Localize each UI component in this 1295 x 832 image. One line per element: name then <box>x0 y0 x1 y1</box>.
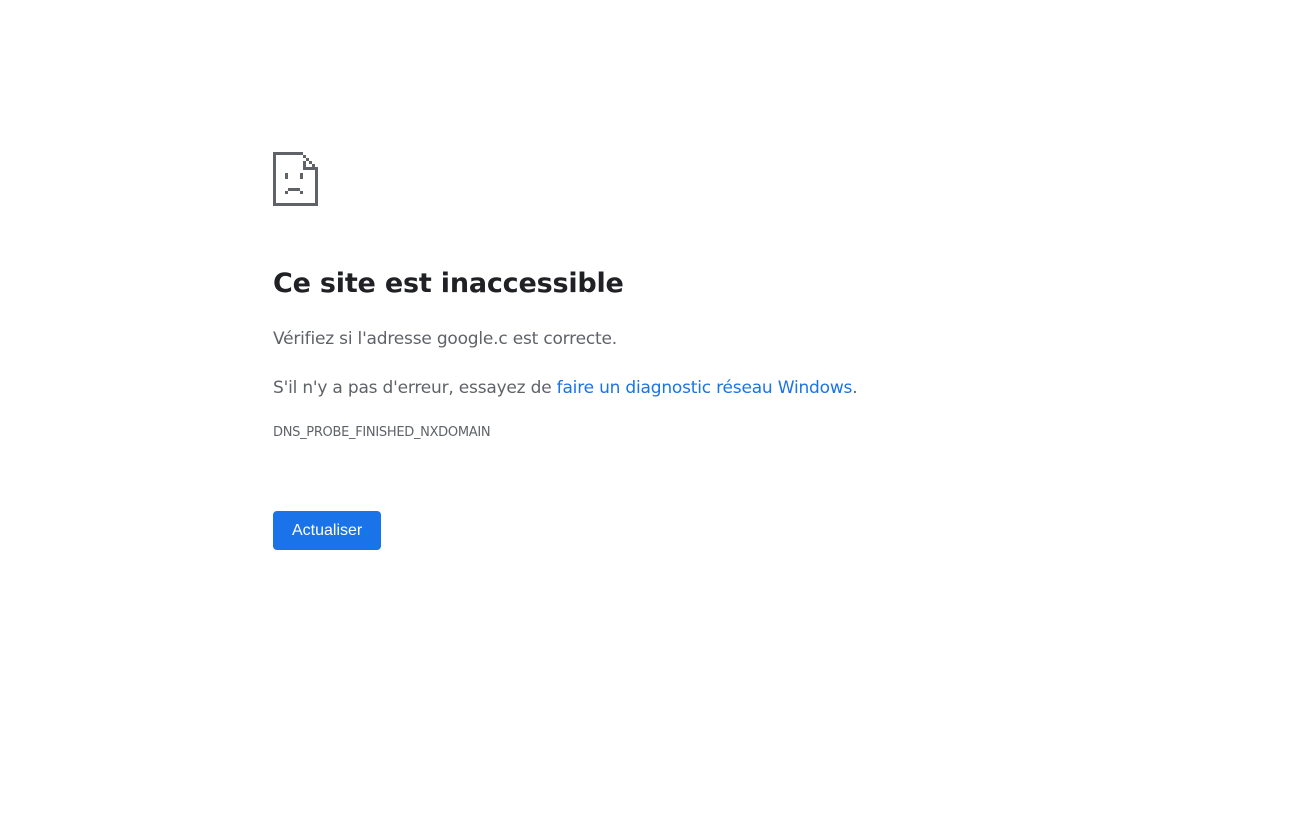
sad-page-icon <box>273 152 318 206</box>
diagnostic-message-suffix: . <box>852 378 858 398</box>
address-check-message: Vérifiez si l'adresse google.c est corre… <box>273 329 617 349</box>
reload-button[interactable]: Actualiser <box>273 511 382 550</box>
page-title: Ce site est inaccessible <box>273 268 624 299</box>
network-diagnostic-link[interactable]: faire un diagnostic réseau Windows <box>557 378 853 398</box>
diagnostic-message: S'il n'y a pas d'erreur, essayez de fair… <box>273 376 1173 400</box>
error-code: DNS_PROBE_FINISHED_NXDOMAIN <box>273 425 491 440</box>
error-page: Ce site est inaccessible Vérifiez si l'a… <box>0 0 1295 832</box>
error-content: Ce site est inaccessible Vérifiez si l'a… <box>273 152 1173 550</box>
diagnostic-message-prefix: S'il n'y a pas d'erreur, essayez de <box>273 378 557 398</box>
